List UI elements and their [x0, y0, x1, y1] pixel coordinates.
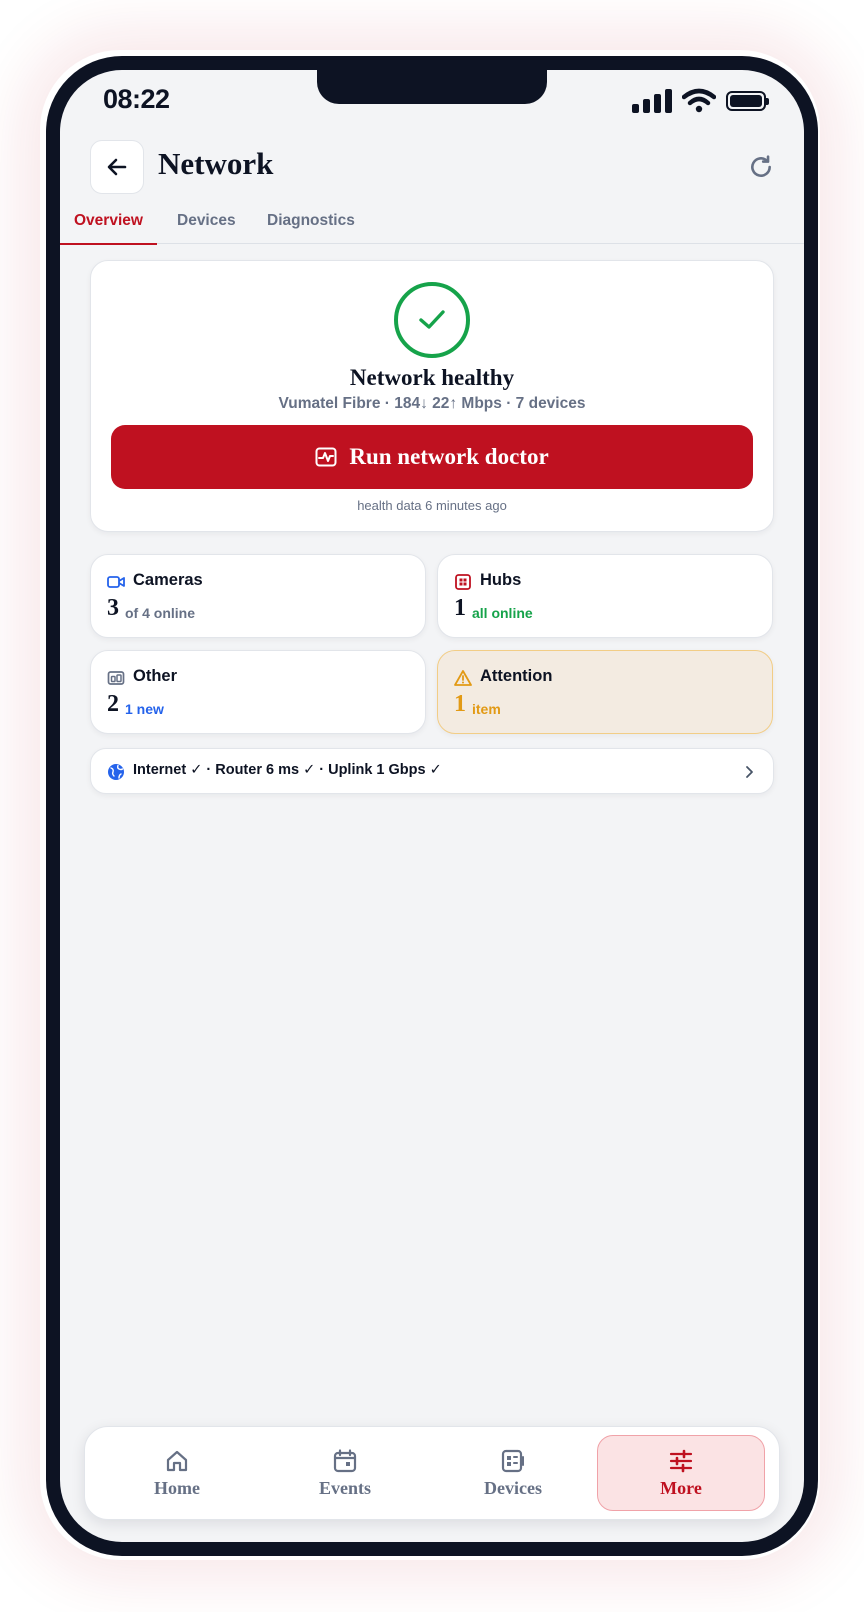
- connectivity-summary-row[interactable]: Internet ✓ · Router 6 ms ✓ · Uplink 1 Gb…: [90, 748, 774, 794]
- devices-icon: [501, 1449, 524, 1472]
- wifi-icon: [682, 88, 716, 113]
- stat-detail: all online: [472, 605, 533, 621]
- stat-detail: 1 new: [125, 701, 164, 717]
- calendar-icon: [333, 1448, 357, 1472]
- stat-detail: of 4 online: [125, 605, 195, 621]
- nav-label: Devices: [484, 1477, 542, 1498]
- stat-label: Other: [133, 667, 178, 685]
- hub-icon: [455, 574, 471, 590]
- devices-icon: [107, 671, 125, 685]
- tab-overview[interactable]: Overview: [60, 212, 157, 245]
- globe-icon: [108, 764, 124, 780]
- connection-summary: Vumatel Fibre · 184↓ 22↑ Mbps · 7 device…: [278, 395, 586, 412]
- nav-label: More: [660, 1477, 702, 1498]
- camera-icon: [107, 576, 125, 588]
- network-health-card: Network healthy Vumatel Fibre · 184↓ 22↑…: [90, 260, 774, 532]
- app-screen: 08:22 Network Overview Devices Diagnosti…: [60, 70, 804, 1542]
- stat-card-hubs[interactable]: Hubs 1 all online: [437, 554, 773, 638]
- stat-value: 3: [107, 595, 119, 621]
- stat-value: 1: [454, 691, 466, 717]
- stat-label: Attention: [480, 667, 553, 685]
- nav-more[interactable]: More: [597, 1435, 765, 1511]
- notch: [317, 70, 547, 104]
- refresh-icon[interactable]: [748, 154, 774, 180]
- tab-bar: Overview Devices Diagnostics: [60, 208, 804, 245]
- stat-value: 1: [454, 595, 466, 621]
- battery-icon: [726, 91, 769, 111]
- bottom-navigation: Home Events Devices More: [84, 1426, 780, 1520]
- run-network-doctor-button[interactable]: Run network doctor: [111, 425, 753, 489]
- nav-label: Home: [154, 1477, 200, 1498]
- connectivity-summary: Internet ✓ · Router 6 ms ✓ · Uplink 1 Gb…: [133, 762, 442, 778]
- nav-label: Events: [318, 1477, 371, 1498]
- stat-value: 2: [107, 691, 119, 717]
- status-time: 08:22: [103, 84, 170, 114]
- nav-devices[interactable]: Devices: [429, 1435, 597, 1511]
- stat-detail: item: [472, 701, 501, 717]
- run-network-doctor-label: Run network doctor: [349, 444, 549, 469]
- nav-home[interactable]: Home: [93, 1435, 261, 1511]
- stat-label: Cameras: [133, 571, 203, 589]
- pulse-icon: [315, 447, 337, 467]
- last-updated: health data 6 minutes ago: [357, 498, 507, 513]
- stat-card-other[interactable]: Other 2 1 new: [90, 650, 426, 734]
- page-title: Network: [158, 146, 274, 181]
- tab-diagnostics[interactable]: Diagnostics: [267, 212, 355, 244]
- tab-devices[interactable]: Devices: [177, 212, 236, 244]
- nav-events[interactable]: Events: [261, 1435, 429, 1511]
- health-status-icon: [394, 282, 470, 358]
- sliders-icon: [669, 1449, 693, 1472]
- signal-icon: [632, 89, 672, 113]
- stat-label: Hubs: [480, 571, 522, 589]
- status-icons: [632, 88, 769, 114]
- health-title: Network healthy: [349, 365, 515, 390]
- back-button[interactable]: [90, 140, 144, 194]
- chevron-right-icon: [746, 766, 753, 778]
- arrow-left-icon: [107, 158, 127, 176]
- home-icon: [166, 1450, 188, 1471]
- stat-card-cameras[interactable]: Cameras 3 of 4 online: [90, 554, 426, 638]
- check-icon: [419, 310, 445, 329]
- stat-card-attention[interactable]: Attention 1 item: [437, 650, 773, 734]
- page-header: Network: [90, 140, 774, 194]
- warning-icon: [454, 670, 472, 686]
